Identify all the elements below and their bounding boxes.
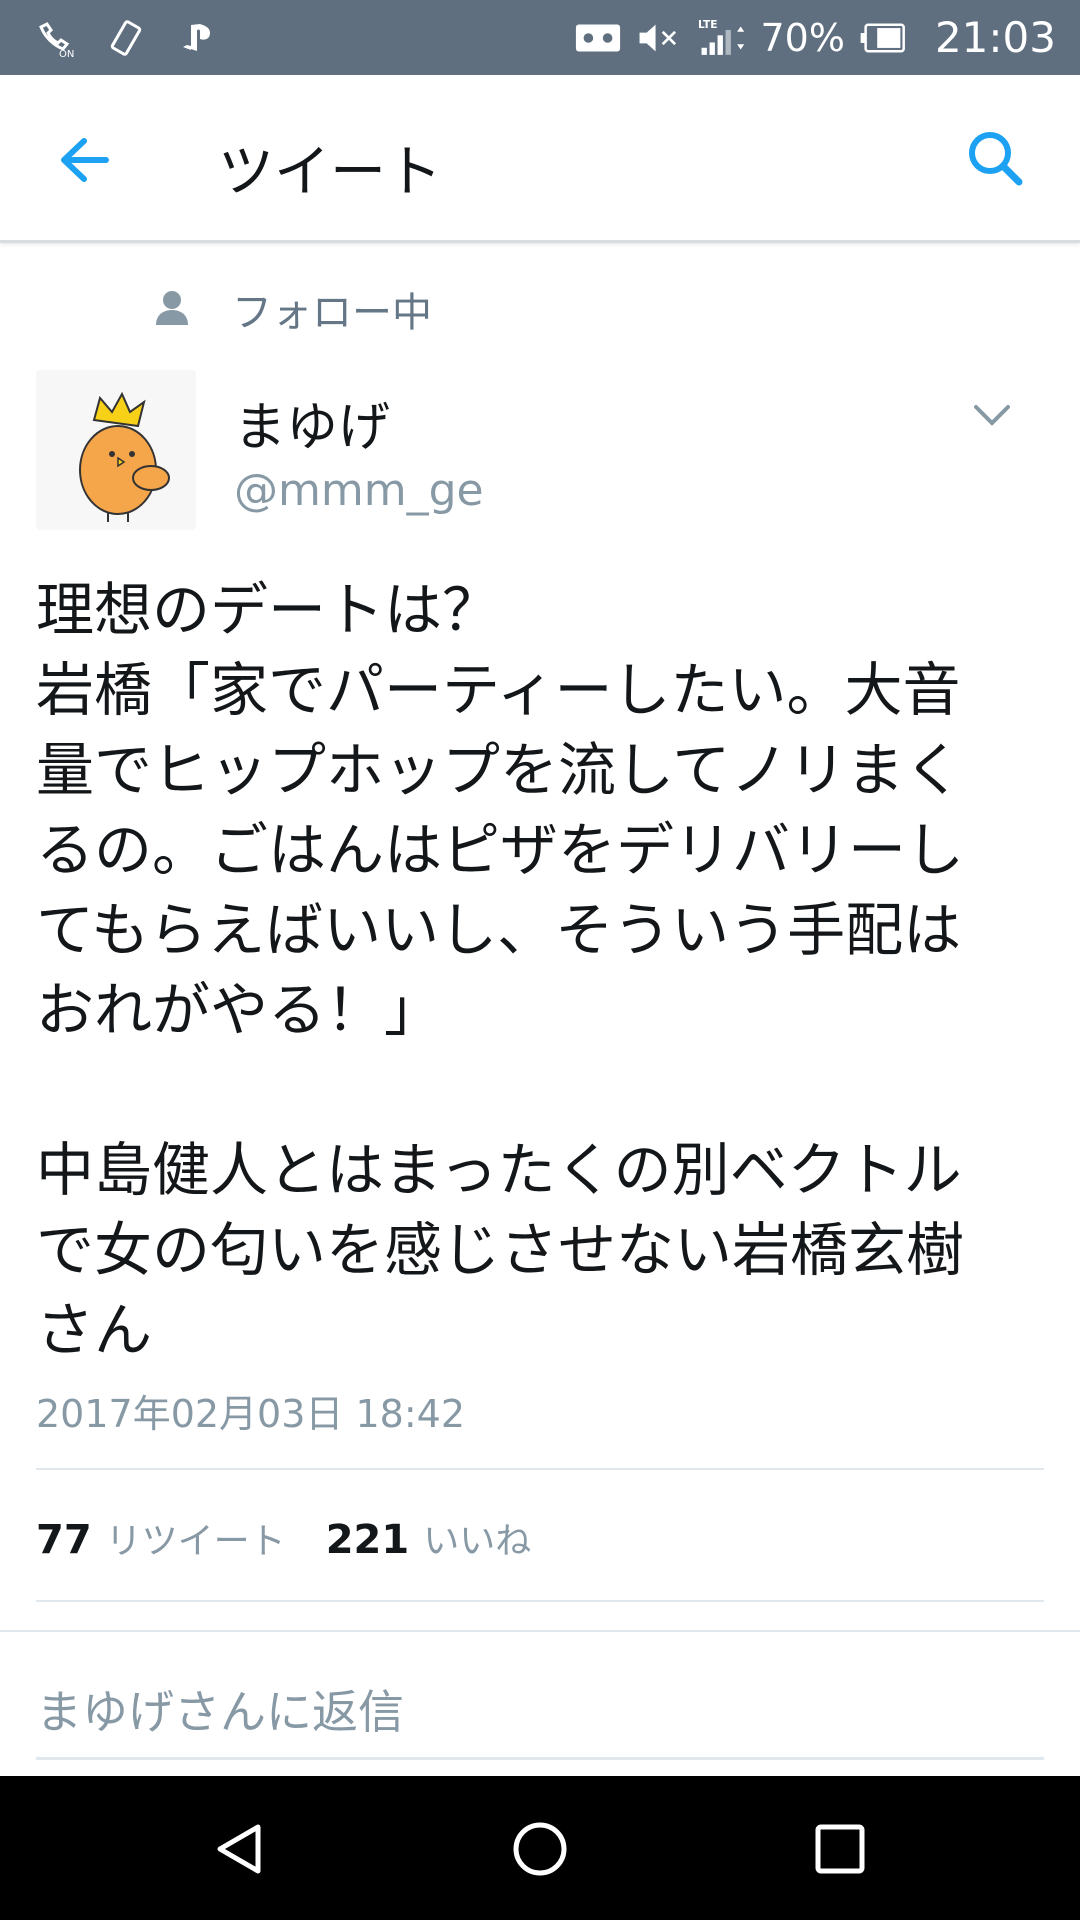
app-bar: ツイート bbox=[0, 75, 1080, 243]
mute-icon bbox=[636, 14, 684, 62]
user-handle[interactable]: @mmm_ge bbox=[234, 465, 484, 516]
like-count[interactable]: 221 bbox=[326, 1517, 410, 1563]
call-forward-icon: ON bbox=[30, 14, 78, 62]
svg-text:LTE: LTE bbox=[698, 18, 718, 31]
playstation-icon bbox=[174, 14, 222, 62]
divider bbox=[0, 1630, 1080, 1632]
chevron-down-icon[interactable] bbox=[970, 395, 1014, 435]
retweet-count[interactable]: 77 bbox=[36, 1517, 92, 1563]
person-icon bbox=[152, 287, 192, 331]
retweet-label[interactable]: リツイート bbox=[106, 1512, 286, 1564]
tweet-text: 理想のデートは？ 岩橋「家でパーティーしたい。大音 量でヒップホップを流してノリ… bbox=[36, 576, 965, 1364]
divider bbox=[36, 1600, 1044, 1602]
back-triangle-icon[interactable] bbox=[202, 1811, 278, 1887]
battery-icon bbox=[859, 14, 907, 62]
recents-square-icon[interactable] bbox=[802, 1811, 878, 1887]
svg-text:ON: ON bbox=[59, 49, 74, 59]
reply-underline bbox=[36, 1757, 1044, 1760]
tweet-stats: 77 リツイート 221 いいね bbox=[36, 1512, 571, 1564]
battery-percent: 70% bbox=[760, 15, 845, 60]
status-bar: ON LTE 70% 21:03 bbox=[0, 0, 1080, 75]
reply-input[interactable]: まゆげさんに返信 bbox=[36, 1676, 404, 1742]
lte-signal-icon: LTE bbox=[698, 14, 746, 62]
rotate-icon bbox=[102, 14, 150, 62]
like-label[interactable]: いいね bbox=[423, 1512, 531, 1564]
display-name[interactable]: まゆげ bbox=[234, 385, 390, 460]
divider bbox=[36, 1468, 1044, 1470]
back-arrow-icon[interactable] bbox=[52, 125, 122, 195]
page-title: ツイート bbox=[218, 140, 442, 205]
voicemail-icon bbox=[574, 14, 622, 62]
navigation-bar bbox=[0, 1776, 1080, 1920]
search-icon[interactable] bbox=[962, 125, 1032, 195]
home-circle-icon[interactable] bbox=[502, 1811, 578, 1887]
avatar[interactable] bbox=[36, 370, 196, 530]
tweet-timestamp: 2017年02月03日 18:42 bbox=[36, 1392, 466, 1436]
following-label: フォロー中 bbox=[232, 290, 432, 336]
following-indicator: フォロー中 bbox=[152, 280, 432, 338]
clock: 21:03 bbox=[934, 13, 1056, 62]
